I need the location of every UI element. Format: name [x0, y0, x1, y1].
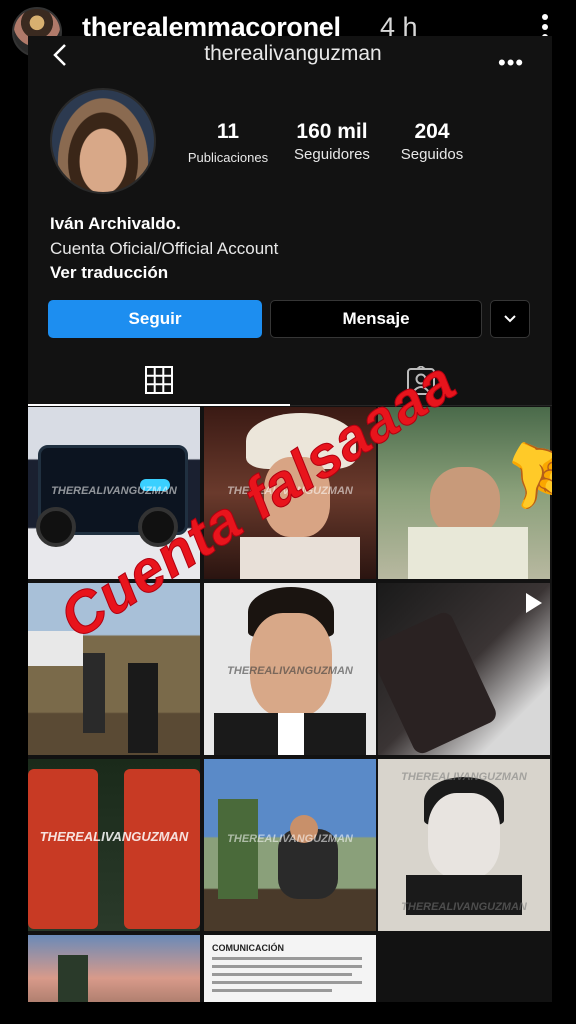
- watermark: THEREALIVANGUZMAN: [39, 829, 189, 844]
- stat-posts[interactable]: 11 Publicaciones: [180, 120, 276, 165]
- bio-name: Iván Archivaldo.: [50, 214, 181, 233]
- post-thumbnail[interactable]: COMUNICACIÓN: [204, 935, 376, 1002]
- followers-count: 160 mil: [296, 120, 368, 143]
- watermark: THEREALIVANGUZMAN: [401, 771, 527, 783]
- post-thumbnail[interactable]: [378, 583, 550, 755]
- watermark: THEREALIVANGUZMAN: [51, 485, 177, 497]
- following-label: Seguidos: [400, 146, 464, 163]
- stat-following[interactable]: 204 Seguidos: [384, 120, 480, 163]
- following-count: 204: [414, 120, 450, 143]
- grid-icon: [145, 366, 173, 394]
- suggested-dropdown-button[interactable]: [490, 300, 530, 338]
- translate-link[interactable]: Ver traducción: [50, 263, 168, 283]
- message-button[interactable]: Mensaje: [270, 300, 482, 338]
- post-thumbnail[interactable]: THEREALIVANGUZMAN: [28, 759, 200, 931]
- post-thumbnail[interactable]: THEREALIVANGUZMAN: [204, 759, 376, 931]
- profile-avatar[interactable]: [50, 88, 156, 194]
- profile-username: therealivanguzman: [204, 42, 382, 65]
- profile-screenshot: therealivanguzman ••• 11 Publicaciones 1…: [28, 36, 552, 1002]
- post-thumbnail[interactable]: THEREALIVANGUZMAN: [204, 583, 376, 755]
- followers-label: Seguidores: [294, 146, 370, 163]
- follow-button[interactable]: Seguir: [48, 300, 262, 338]
- posts-count: 11: [216, 120, 240, 143]
- watermark: THEREALIVANGUZMAN: [401, 901, 527, 913]
- tab-grid[interactable]: [28, 356, 290, 406]
- bio-text: Cuenta Oficial/Official Account: [50, 239, 279, 258]
- profile-tabs: [28, 356, 552, 408]
- document-heading: COMUNICACIÓN: [212, 943, 284, 953]
- posts-label: Publicaciones: [187, 150, 269, 165]
- profile-more-icon[interactable]: •••: [498, 50, 524, 76]
- back-arrow-icon[interactable]: [48, 42, 74, 68]
- watermark: THEREALIVANGUZMAN: [227, 665, 353, 677]
- chevron-down-icon: [504, 315, 516, 323]
- video-icon: [526, 593, 542, 613]
- post-thumbnail[interactable]: [28, 935, 200, 1002]
- watermark: THEREALIVANGUZMAN: [227, 833, 353, 845]
- post-thumbnail[interactable]: THEREALIVANGUZMAN THEREALIVANGUZMAN: [378, 759, 550, 931]
- stat-followers[interactable]: 160 mil Seguidores: [278, 120, 386, 163]
